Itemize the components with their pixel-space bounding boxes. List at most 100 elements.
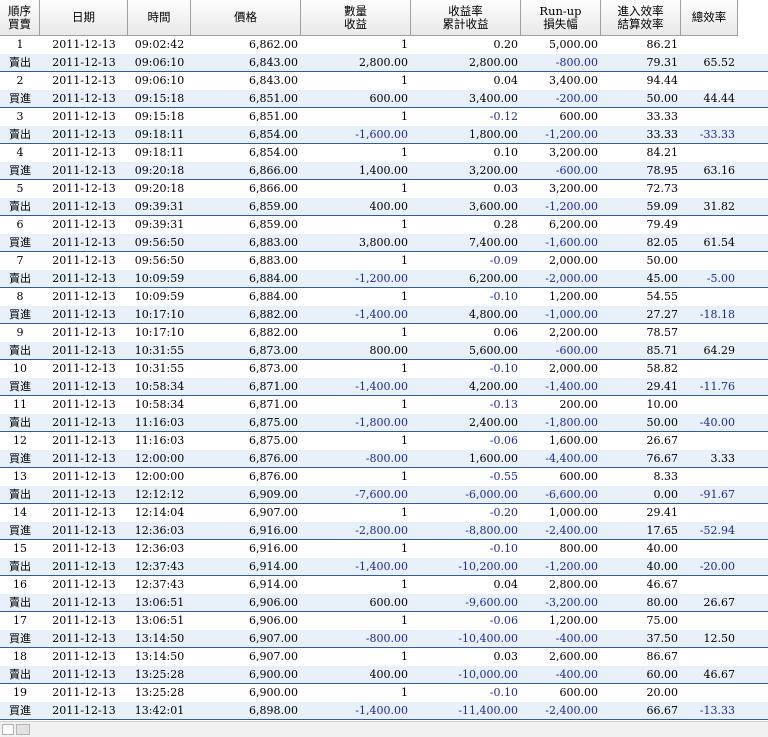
table-row[interactable]: 19 2011-12-13 13:25:28 6,900.00 1 -0.10 600.00… — [0, 684, 768, 702]
table-row[interactable]: 買進 2011-12-13 10:58:34 6,871.00 -1,400.00 4,2… — [0, 378, 768, 396]
column-header-seq[interactable]: 順序 買賣 — [0, 0, 40, 36]
table-row[interactable]: 6 2011-12-13 09:39:31 6,859.00 1 0.28 6,200.00… — [0, 216, 768, 234]
scroll-left-button[interactable] — [2, 724, 14, 735]
quantity-cell: 1 — [401, 578, 408, 591]
column-header-time[interactable]: 時間 — [128, 0, 191, 36]
table-row[interactable]: 賣出 2011-12-13 10:09:59 6,884.00 -1,200.00 6,2… — [0, 270, 768, 288]
trade-record: 12 2011-12-13 11:16:03 6,875.00 1 -0.06 1,600.… — [0, 432, 768, 468]
profit-cell: -800.00 — [365, 632, 408, 645]
quantity-cell: 1 — [401, 434, 408, 447]
table-row[interactable]: 4 2011-12-13 09:18:11 6,854.00 1 0.10 3,200.00… — [0, 144, 768, 162]
time-cell: 09:20:18 — [134, 164, 185, 177]
table-row[interactable]: 買進 2011-12-13 09:56:50 6,883.00 3,800.00 7,40… — [0, 234, 768, 252]
table-row[interactable]: 8 2011-12-13 10:09:59 6,884.00 1 -0.10 1,200.0… — [0, 288, 768, 306]
column-header-return-cumulative[interactable]: 收益率 累計收益 — [411, 0, 521, 36]
table-row[interactable]: 賣出 2011-12-13 09:39:31 6,859.00 400.00 3,600.… — [0, 198, 768, 216]
header-label: 數量 — [344, 3, 367, 18]
price-cell: 6,909.00 — [249, 488, 298, 501]
seq-cell: 13 — [13, 470, 27, 483]
column-header-total-efficiency[interactable]: 總效率 — [681, 0, 738, 36]
scrollbar-thumb[interactable] — [16, 724, 30, 735]
cumulative-profit-cell: 2,400.00 — [469, 416, 518, 429]
total-efficiency-cell — [681, 360, 738, 378]
side-cell: 買進 — [9, 704, 31, 717]
table-row[interactable]: 7 2011-12-13 09:56:50 6,883.00 1 -0.09 2,000.0… — [0, 252, 768, 270]
table-row[interactable]: 3 2011-12-13 09:15:18 6,851.00 1 -0.12 600.00 3… — [0, 108, 768, 126]
entry-efficiency-cell: 86.67 — [646, 650, 679, 663]
time-cell: 09:06:10 — [134, 56, 185, 69]
table-row[interactable]: 15 2011-12-13 12:36:03 6,916.00 1 -0.10 800.00… — [0, 540, 768, 558]
side-cell: 賣出 — [9, 596, 31, 609]
cumulative-profit-cell: -6,000.00 — [465, 488, 518, 501]
table-row[interactable]: 9 2011-12-13 10:17:10 6,882.00 1 0.06 2,200.00… — [0, 324, 768, 342]
date-cell: 2011-12-13 — [52, 596, 116, 609]
date-cell: 2011-12-13 — [52, 452, 116, 465]
table-row[interactable]: 買進 2011-12-13 09:15:18 6,851.00 600.00 3,400.… — [0, 90, 768, 108]
exit-efficiency-cell: 78.95 — [646, 164, 679, 177]
table-row[interactable]: 賣出 2011-12-13 13:06:51 6,906.00 600.00 -9,600… — [0, 594, 768, 612]
table-row[interactable]: 賣出 2011-12-13 13:25:28 6,900.00 400.00 -10,00… — [0, 666, 768, 684]
table-row[interactable]: 買進 2011-12-13 09:20:18 6,866.00 1,400.00 3,20… — [0, 162, 768, 180]
price-cell: 6,875.00 — [249, 416, 298, 429]
table-row[interactable]: 10 2011-12-13 10:31:55 6,873.00 1 -0.10 2,000.… — [0, 360, 768, 378]
table-row[interactable]: 買進 2011-12-13 12:00:00 6,876.00 -800.00 1,600… — [0, 450, 768, 468]
profit-cell: -1,400.00 — [355, 704, 408, 717]
quantity-cell: 1 — [401, 326, 408, 339]
table-row[interactable]: 17 2011-12-13 13:06:51 6,906.00 1 -0.06 1,200.… — [0, 612, 768, 630]
exit-efficiency-cell: 27.27 — [646, 308, 679, 321]
table-row[interactable]: 賣出 2011-12-13 11:16:03 6,875.00 -1,800.00 2,4… — [0, 414, 768, 432]
side-cell: 買進 — [9, 452, 31, 465]
table-row[interactable]: 18 2011-12-13 13:14:50 6,907.00 1 0.03 2,600.0… — [0, 648, 768, 666]
total-efficiency-cell: 26.67 — [703, 596, 736, 609]
table-row[interactable]: 16 2011-12-13 12:37:43 6,914.00 1 0.04 2,800.0… — [0, 576, 768, 594]
profit-cell: -1,600.00 — [355, 128, 408, 141]
return-rate-cell: 0.03 — [493, 650, 519, 663]
table-row[interactable]: 5 2011-12-13 09:20:18 6,866.00 1 0.03 3,200.00… — [0, 180, 768, 198]
cumulative-profit-cell: 3,200.00 — [469, 164, 518, 177]
horizontal-scrollbar[interactable] — [0, 721, 768, 737]
table-row[interactable]: 14 2011-12-13 12:14:04 6,907.00 1 -0.20 1,000.… — [0, 504, 768, 522]
quantity-cell: 1 — [401, 542, 408, 555]
column-header-price[interactable]: 價格 — [191, 0, 301, 36]
table-row[interactable]: 買進 2011-12-13 12:36:03 6,916.00 -2,800.00 -8,… — [0, 522, 768, 540]
table-row[interactable]: 賣出 2011-12-13 12:12:12 6,909.00 -7,600.00 -6,… — [0, 486, 768, 504]
date-cell: 2011-12-13 — [52, 650, 116, 663]
table-row[interactable]: 13 2011-12-13 12:00:00 6,876.00 1 -0.55 600.00… — [0, 468, 768, 486]
runup-cell: 2,600.00 — [549, 650, 598, 663]
total-efficiency-cell — [681, 396, 738, 414]
column-header-date[interactable]: 日期 — [40, 0, 128, 36]
table-row[interactable]: 12 2011-12-13 11:16:03 6,875.00 1 -0.06 1,600.… — [0, 432, 768, 450]
trade-record: 10 2011-12-13 10:31:55 6,873.00 1 -0.10 2,000.… — [0, 360, 768, 396]
price-cell: 6,900.00 — [249, 668, 298, 681]
exit-efficiency-cell: 80.00 — [646, 596, 679, 609]
cumulative-profit-cell: 3,400.00 — [469, 92, 518, 105]
price-cell: 6,851.00 — [249, 92, 298, 105]
seq-cell: 18 — [13, 650, 27, 663]
time-cell: 13:14:50 — [134, 632, 185, 645]
seq-cell: 1 — [16, 38, 24, 51]
table-row[interactable]: 2 2011-12-13 09:06:10 6,843.00 1 0.04 3,400.00… — [0, 72, 768, 90]
column-header-efficiency[interactable]: 進入效率 結算效率 — [601, 0, 681, 36]
exit-efficiency-cell: 33.33 — [646, 128, 679, 141]
price-cell: 6,843.00 — [249, 74, 298, 87]
trade-list-grid[interactable]: 順序 買賣 日期 時間 價格 數量 收益 收益率 累計收益 Run-up 損失幅… — [0, 0, 768, 721]
exit-efficiency-cell: 37.50 — [646, 632, 679, 645]
profit-cell: 600.00 — [369, 92, 409, 105]
date-cell: 2011-12-13 — [52, 110, 116, 123]
side-cell: 賣出 — [9, 488, 31, 501]
table-row[interactable]: 買進 2011-12-13 10:17:10 6,882.00 -1,400.00 4,8… — [0, 306, 768, 324]
table-row[interactable]: 1 2011-12-13 09:02:42 6,862.00 1 0.20 5,000.00… — [0, 36, 768, 54]
table-row[interactable]: 買進 2011-12-13 13:14:50 6,907.00 -800.00 -10,4… — [0, 630, 768, 648]
table-row[interactable]: 賣出 2011-12-13 09:06:10 6,843.00 2,800.00 2,80… — [0, 54, 768, 72]
trade-record: 3 2011-12-13 09:15:18 6,851.00 1 -0.12 600.00 3… — [0, 108, 768, 144]
column-header-runup-loss[interactable]: Run-up 損失幅 — [521, 0, 601, 36]
table-row[interactable]: 賣出 2011-12-13 09:18:11 6,854.00 -1,600.00 1,8… — [0, 126, 768, 144]
return-rate-cell: -0.55 — [489, 470, 518, 483]
total-efficiency-cell: 64.29 — [703, 344, 736, 357]
table-row[interactable]: 11 2011-12-13 10:58:34 6,871.00 1 -0.13 200.00… — [0, 396, 768, 414]
table-row[interactable]: 買進 2011-12-13 13:42:01 6,898.00 -1,400.00 -11… — [0, 702, 768, 720]
table-row[interactable]: 賣出 2011-12-13 12:37:43 6,914.00 -1,400.00 -10… — [0, 558, 768, 576]
time-cell: 09:18:11 — [134, 146, 185, 159]
table-row[interactable]: 賣出 2011-12-13 10:31:55 6,873.00 800.00 5,600.… — [0, 342, 768, 360]
column-header-qty-profit[interactable]: 數量 收益 — [301, 0, 411, 36]
